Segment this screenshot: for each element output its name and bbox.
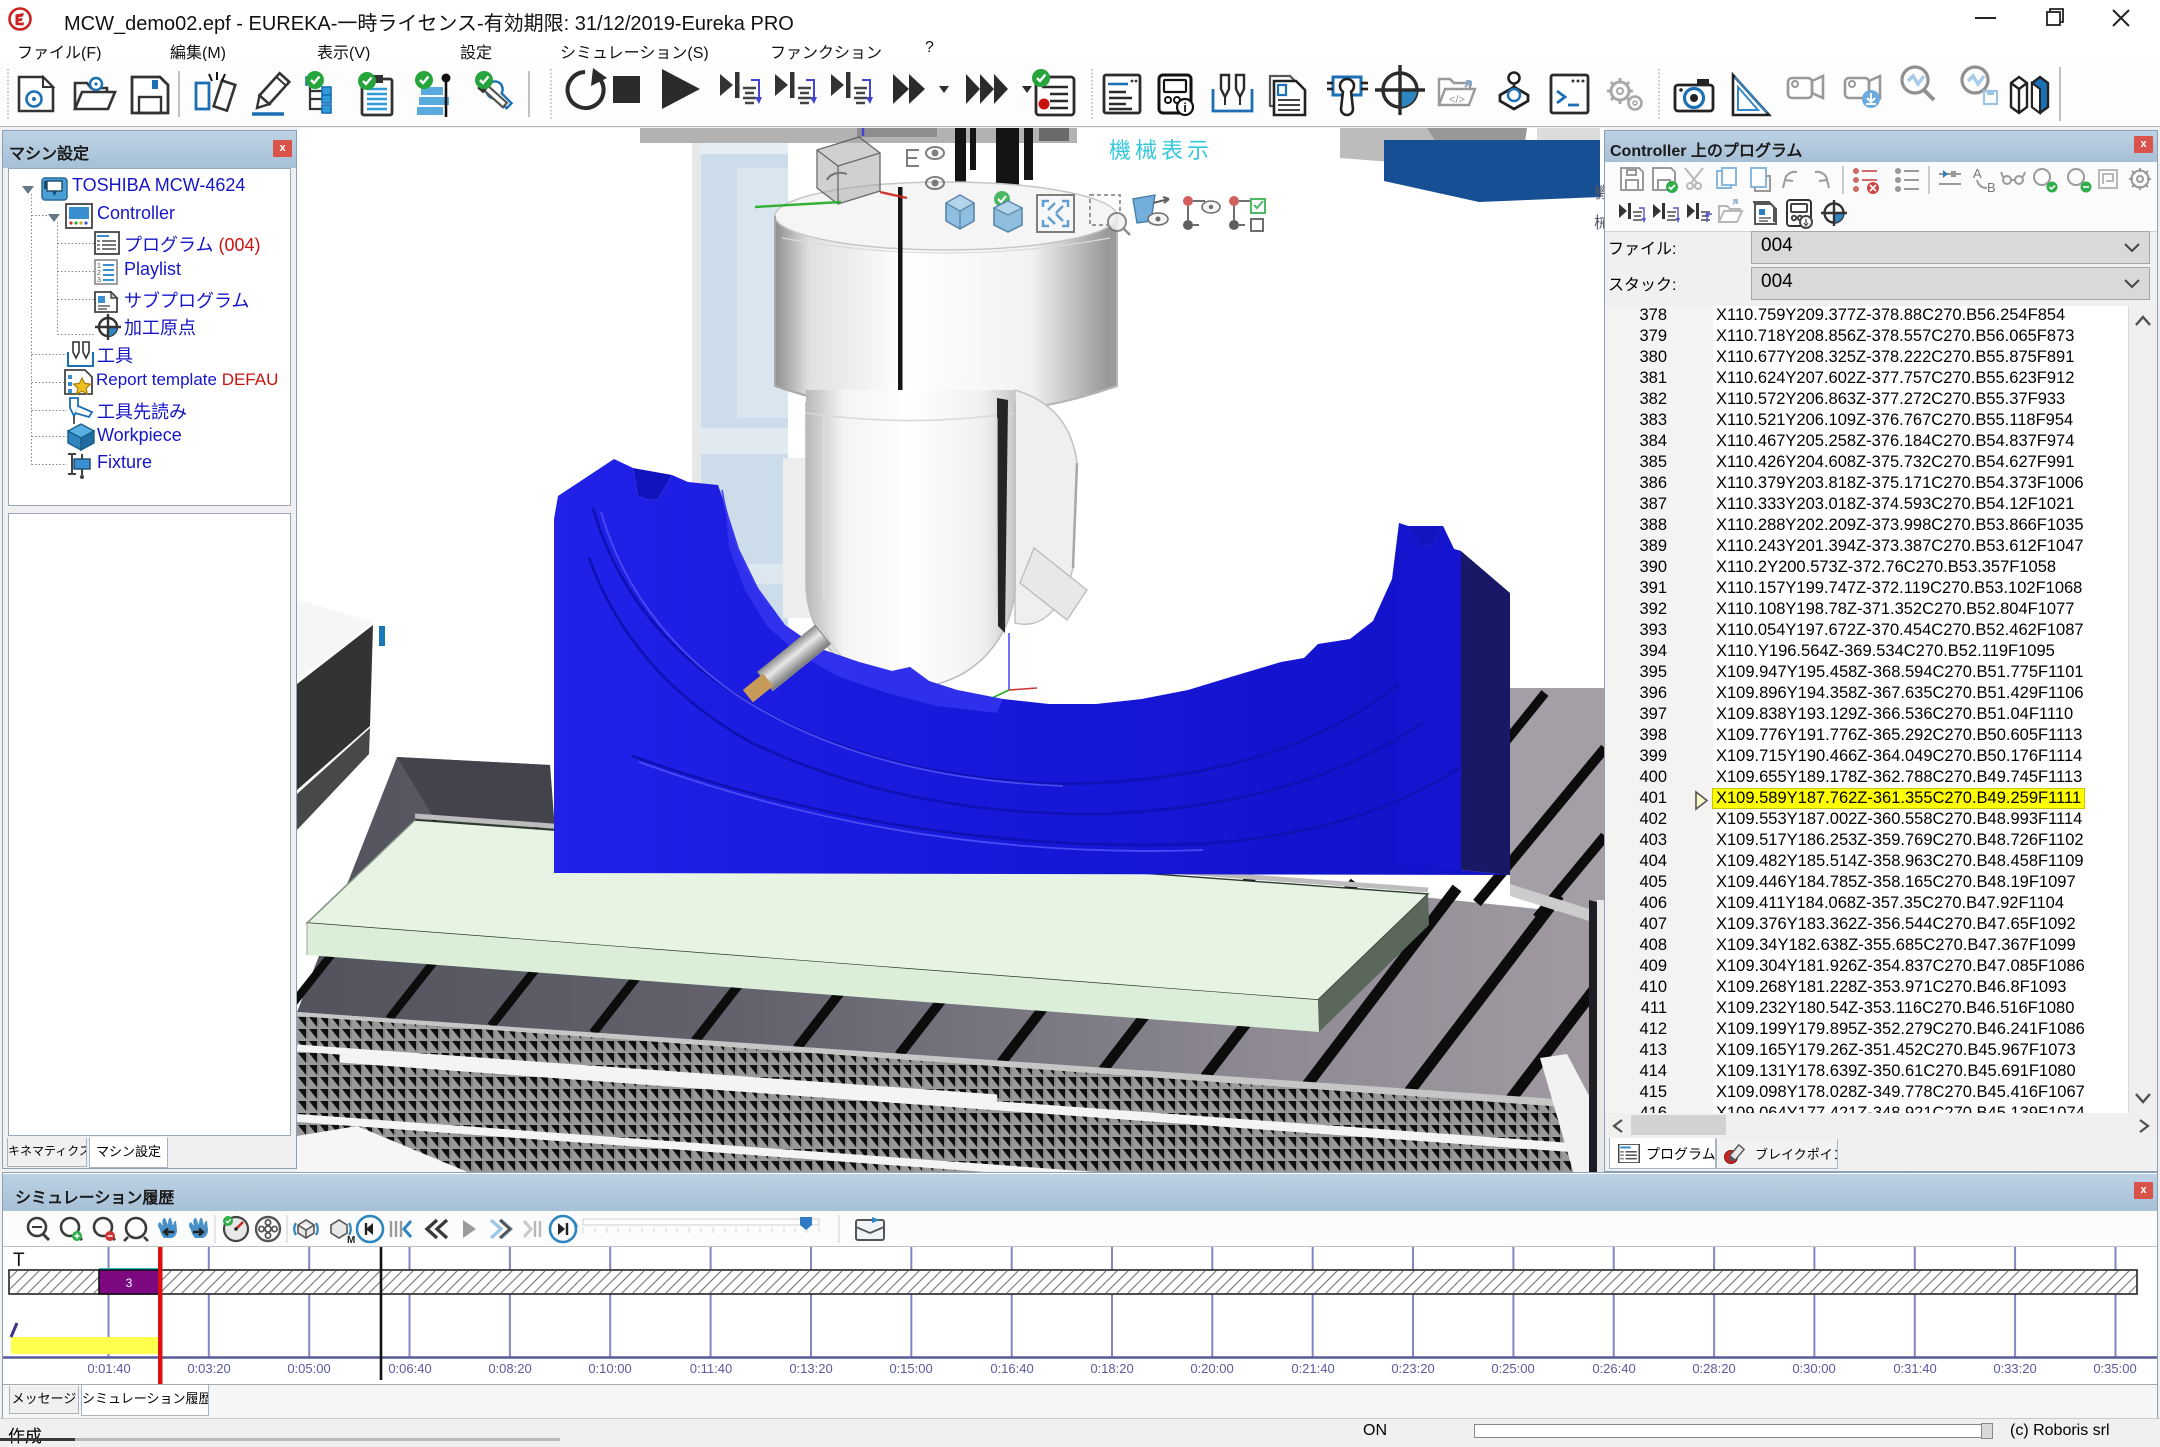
svg-text:M: M [347,1235,355,1246]
svg-text:機械表示: 機械表示 [1109,138,1213,163]
svg-text:A: A [1973,166,1982,181]
svg-text:i: i [1183,100,1187,115]
svg-text:</>: </> [1449,94,1465,106]
svg-text:B: B [1987,180,1996,195]
svg-text:3: 3 [126,1276,133,1290]
